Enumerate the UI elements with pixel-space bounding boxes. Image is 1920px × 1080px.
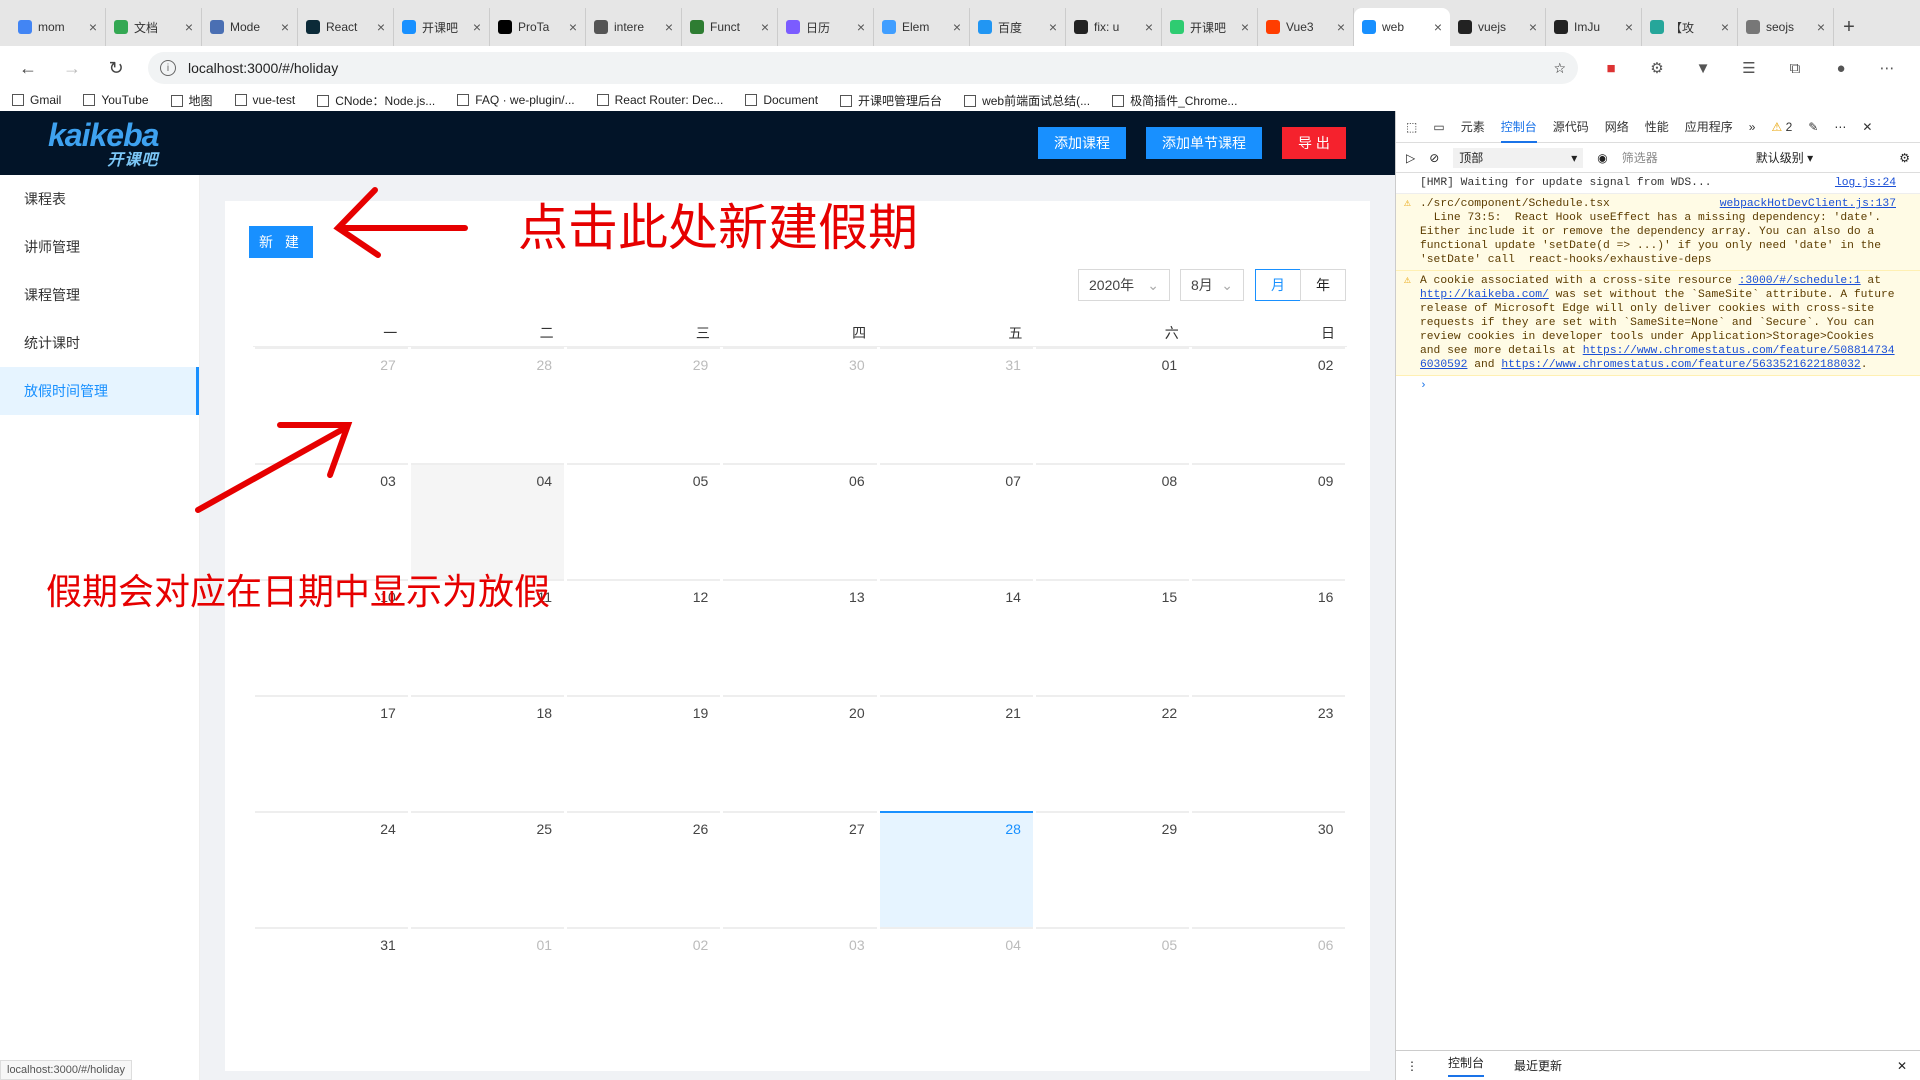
close-icon[interactable]: ✕ <box>1897 1059 1907 1073</box>
caret-down-icon: ▾ <box>1571 150 1578 165</box>
warning-count[interactable]: ⚠ 2 <box>1771 120 1792 134</box>
eye-icon[interactable]: ◉ <box>1597 151 1607 165</box>
close-icon[interactable]: ✕ <box>1862 120 1872 134</box>
level-value: 默认级别 <box>1755 151 1804 165</box>
log-link[interactable]: http://kaikeba.com/ <box>1420 289 1549 301</box>
device-icon[interactable]: ▭ <box>1433 120 1444 134</box>
devtools-tab-performance[interactable]: 性能 <box>1645 118 1669 135</box>
feedback-icon[interactable]: ✎ <box>1808 120 1818 134</box>
context-value: 顶部 <box>1459 151 1484 165</box>
log-link[interactable]: https://www.chromestatus.com/feature/563… <box>1501 359 1860 371</box>
console-warning-cookie: A cookie associated with a cross-site re… <box>1396 271 1920 376</box>
settings-gear-icon[interactable]: ⚙ <box>1899 151 1910 165</box>
console-log-hmr: log.js:24 [HMR] Waiting for update signal… <box>1396 173 1920 194</box>
devtools-tab-console[interactable]: 控制台 <box>1500 118 1537 143</box>
log-text: and <box>1467 359 1502 371</box>
log-text: at <box>1860 275 1881 287</box>
sidebar-toggle-icon[interactable]: ▷ <box>1406 151 1415 165</box>
filter-input[interactable]: 筛选器 <box>1622 149 1742 166</box>
log-text: [HMR] Waiting for update signal from WDS… <box>1420 177 1712 189</box>
inspect-icon[interactable]: ⬚ <box>1406 120 1417 134</box>
devtools-tabs: ⬚ ▭ 元素 控制台 源代码 网络 性能 应用程序 » ⚠ 2 ✎ ⋯ ✕ <box>1396 111 1920 143</box>
more-icon[interactable]: ⋮ <box>1406 1059 1418 1073</box>
more-icon[interactable]: ⋯ <box>1834 120 1846 134</box>
devtools-tab-application[interactable]: 应用程序 <box>1685 118 1733 135</box>
log-source-link[interactable]: log.js:24 <box>1835 176 1896 190</box>
more-tabs-icon[interactable]: » <box>1749 120 1756 134</box>
console-prompt[interactable]: › <box>1396 376 1920 396</box>
devtools-drawer: ⋮ 控制台 最近更新 ✕ <box>1396 1050 1920 1080</box>
console-toolbar: ▷ ⊘ 顶部 ▾ ◉ 筛选器 默认级别 ▾ ⚙ <box>1396 143 1920 173</box>
context-select[interactable]: 顶部 ▾ <box>1453 147 1584 168</box>
status-bar-url: localhost:3000/#/holiday <box>0 1060 133 1080</box>
warning-count-value: 2 <box>1785 119 1793 134</box>
devtools-panel: ⬚ ▭ 元素 控制台 源代码 网络 性能 应用程序 » ⚠ 2 ✎ ⋯ ✕ ▷ … <box>1395 111 1920 1080</box>
log-text: . <box>1860 359 1868 371</box>
log-source-link[interactable]: webpackHotDevClient.js:137 <box>1720 197 1896 211</box>
arrow-icon <box>195 187 468 513</box>
log-text: A cookie associated with a cross-site re… <box>1420 275 1739 287</box>
devtools-tab-network[interactable]: 网络 <box>1605 118 1629 135</box>
warning-icon: ⚠ <box>1771 119 1783 134</box>
clear-console-icon[interactable]: ⊘ <box>1429 151 1439 165</box>
drawer-tab-console[interactable]: 控制台 <box>1448 1054 1485 1077</box>
drawer-tab-whats-new[interactable]: 最近更新 <box>1514 1057 1562 1074</box>
level-select[interactable]: 默认级别 ▾ <box>1756 149 1813 166</box>
console-warning-react-hook: webpackHotDevClient.js:137./src/componen… <box>1396 194 1920 271</box>
log-source-link[interactable]: :3000/#/schedule:1 <box>1739 275 1861 287</box>
devtools-tab-elements[interactable]: 元素 <box>1461 118 1485 135</box>
devtools-tab-sources[interactable]: 源代码 <box>1553 118 1589 135</box>
